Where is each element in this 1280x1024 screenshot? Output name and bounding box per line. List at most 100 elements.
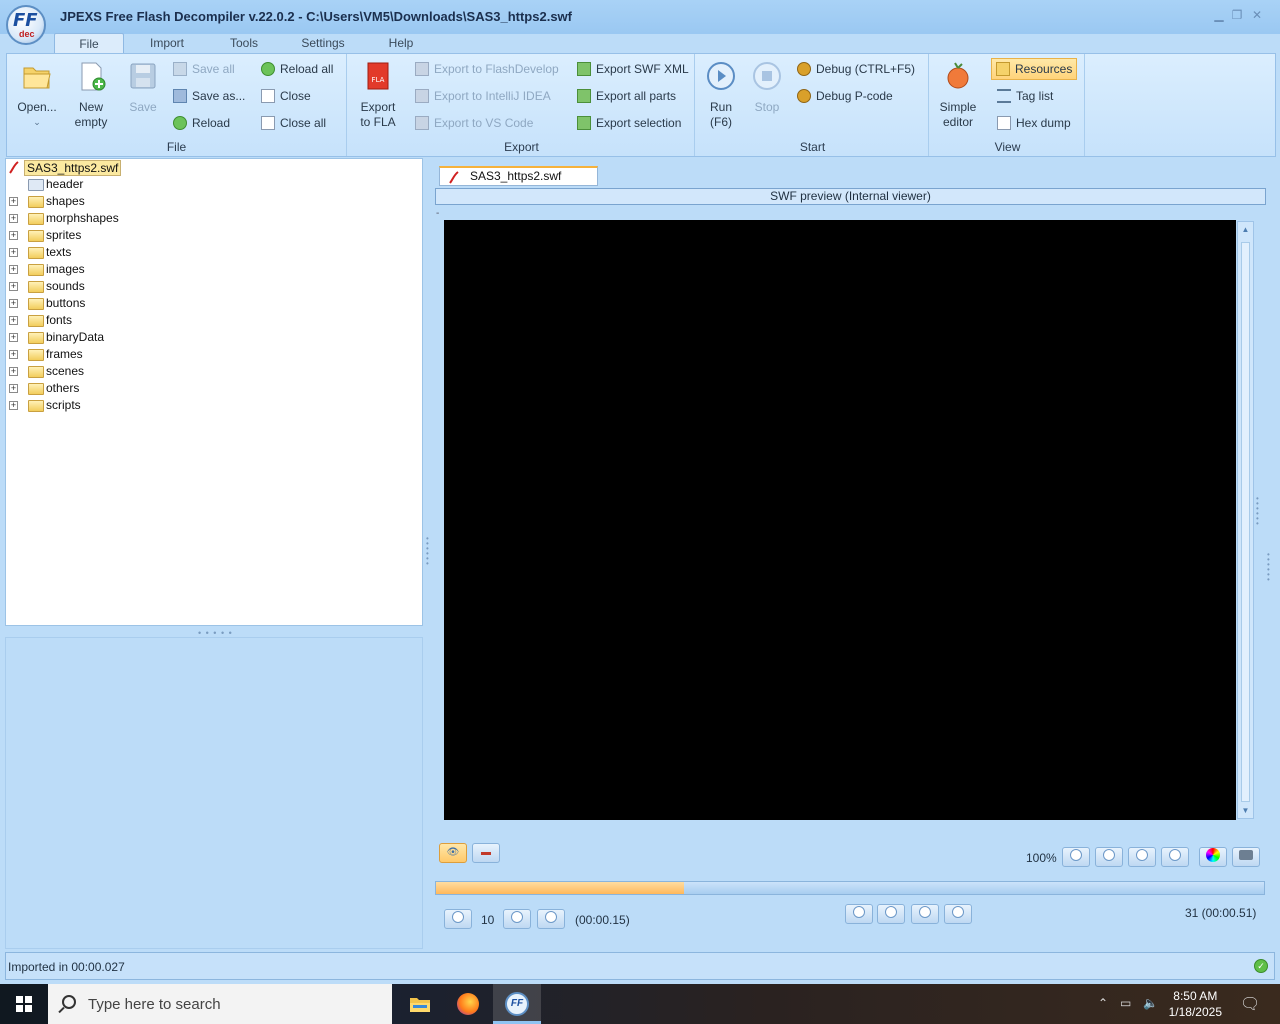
stop-playback-button[interactable]	[877, 904, 905, 924]
tray-clock[interactable]: 8:50 AM 1/18/2025	[1169, 988, 1222, 1020]
close-all-button[interactable]: Close all	[261, 114, 326, 132]
reload-all-button[interactable]: Reload all	[261, 60, 333, 78]
resource-tree[interactable]: SAS3_https2.swf header + shapes + morphshape…	[5, 158, 423, 626]
scroll-up-icon[interactable]: ▲	[1240, 224, 1251, 235]
right-splitter-handle[interactable]: • • • • • •	[1267, 551, 1273, 584]
app-logo-icon[interactable]: FF dec	[6, 5, 46, 45]
tab-import[interactable]: Import	[140, 33, 194, 54]
export-swf-xml-button[interactable]: Export SWF XML	[577, 60, 689, 78]
zoom-reset-button[interactable]	[1161, 847, 1189, 867]
tab-tools[interactable]: Tools	[218, 33, 270, 54]
loop-button[interactable]	[911, 904, 939, 924]
expand-icon[interactable]: +	[9, 214, 18, 223]
tab-settings[interactable]: Settings	[292, 33, 354, 54]
restore-icon[interactable]: ❐	[1230, 8, 1244, 22]
tree-item-label: frames	[46, 347, 83, 361]
preview-scrollbar[interactable]: ▲ ▼	[1237, 221, 1254, 819]
start-button[interactable]	[0, 984, 48, 1024]
export-selection-button[interactable]: Export selection	[577, 114, 681, 132]
notification-icon[interactable]: 🗨	[1240, 994, 1260, 1014]
export-vscode-button[interactable]: Export to VS Code	[415, 114, 533, 132]
reload-button[interactable]: Reload	[173, 114, 230, 132]
timeline-progress-bar[interactable]	[435, 881, 1265, 895]
fla-file-icon: FLA	[367, 62, 389, 90]
minimize-icon[interactable]: ▁	[1212, 8, 1226, 22]
network-icon[interactable]: ▭	[1120, 996, 1131, 1010]
color-picker-button[interactable]	[1199, 847, 1227, 867]
expand-icon[interactable]: +	[9, 248, 18, 257]
tab-swf-file[interactable]: SAS3_https2.swf	[439, 166, 598, 186]
export-selection-label: Export selection	[596, 116, 682, 130]
taskbar-firefox[interactable]	[444, 984, 492, 1024]
simple-editor-button[interactable]: Simple editor	[933, 60, 983, 130]
expand-icon[interactable]: +	[9, 367, 18, 376]
export-to-fla-button[interactable]: FLA Export to FLA	[355, 60, 401, 130]
close-icon[interactable]: ✕	[1250, 8, 1264, 22]
export-intellij-button[interactable]: Export to IntelliJ IDEA	[415, 87, 551, 105]
next-frame-button[interactable]	[537, 909, 565, 929]
expand-icon[interactable]: +	[9, 350, 18, 359]
save-all-label: Save all	[192, 62, 235, 76]
expand-icon[interactable]: +	[9, 333, 18, 342]
expand-icon[interactable]: +	[9, 282, 18, 291]
expand-icon[interactable]: +	[9, 299, 18, 308]
close-all-label: Close all	[280, 116, 327, 130]
pause-button[interactable]	[845, 904, 873, 924]
flash-icon: ▬	[481, 847, 491, 858]
zoom-fit-button[interactable]	[1128, 847, 1156, 867]
expand-icon[interactable]: +	[9, 384, 18, 393]
new-file-icon	[81, 62, 106, 91]
first-frame-button[interactable]	[444, 909, 472, 929]
taskbar-search-box[interactable]: Type here to search	[48, 984, 392, 1024]
chevron-down-icon[interactable]: ⌄	[13, 115, 61, 130]
debug-pcode-button[interactable]: Debug P-code	[797, 87, 893, 105]
preview-splitter-handle[interactable]: • • • • • •	[1256, 495, 1262, 528]
reload-all-icon	[261, 62, 275, 76]
zoom-in-button[interactable]	[1062, 847, 1090, 867]
resources-folder-icon	[996, 62, 1010, 76]
tray-expand-icon[interactable]: ⌃	[1098, 996, 1108, 1010]
open-button[interactable]: Open... ⌄	[13, 60, 61, 130]
taskbar-ffdec[interactable]: FF	[493, 984, 541, 1024]
scroll-track[interactable]	[1241, 242, 1250, 802]
tab-file[interactable]: File	[54, 33, 124, 54]
volume-icon[interactable]: 🔈	[1143, 996, 1158, 1010]
flash-player-button[interactable]: ▬	[472, 843, 500, 863]
expand-icon[interactable]: +	[9, 197, 18, 206]
taskbar-file-explorer[interactable]	[396, 984, 444, 1024]
expand-icon[interactable]: +	[9, 231, 18, 240]
snapshot-button[interactable]	[1232, 847, 1260, 867]
tree-item-label: scenes	[46, 364, 85, 378]
export-all-icon	[577, 89, 591, 103]
new-empty-button[interactable]: New empty	[69, 60, 113, 130]
stop-button[interactable]: Stop	[749, 60, 785, 115]
goto-frame-button[interactable]	[944, 904, 972, 924]
windows-icon	[16, 996, 32, 1012]
debug-button[interactable]: Debug (CTRL+F5)	[797, 60, 915, 78]
prev-frame-button[interactable]	[503, 909, 531, 929]
save-as-button[interactable]: Save as...	[173, 87, 245, 105]
scroll-down-icon[interactable]: ▼	[1240, 805, 1251, 816]
save-all-button[interactable]: Save all	[173, 60, 235, 78]
resources-button[interactable]: Resources	[991, 58, 1078, 80]
vscode-icon	[415, 116, 429, 130]
zoom-out-button[interactable]	[1095, 847, 1123, 867]
save-button[interactable]: Save	[123, 60, 163, 115]
tab-help[interactable]: Help	[380, 33, 422, 54]
swf-preview-canvas[interactable]	[444, 220, 1236, 820]
hex-dump-button[interactable]: Hex dump	[997, 114, 1071, 132]
svg-text:FLA: FLA	[372, 76, 385, 84]
export-all-parts-button[interactable]: Export all parts	[577, 87, 676, 105]
expand-icon[interactable]: +	[9, 401, 18, 410]
tray-time: 8:50 AM	[1173, 989, 1218, 1003]
tag-list-button[interactable]: Tag list	[997, 87, 1053, 105]
play-icon	[707, 62, 735, 90]
expand-icon[interactable]: +	[9, 316, 18, 325]
expand-icon[interactable]: +	[9, 265, 18, 274]
ribbon-group-export: FLA Export to FLA Export to FlashDevelop…	[349, 54, 695, 156]
close-button[interactable]: Close	[261, 87, 311, 105]
export-flashdevelop-button[interactable]: Export to FlashDevelop	[415, 60, 559, 78]
run-button[interactable]: Run (F6)	[701, 60, 741, 130]
vertical-splitter-handle[interactable]: • • • • • •	[426, 535, 432, 568]
preview-toggle-button[interactable]: 👁	[439, 843, 467, 863]
